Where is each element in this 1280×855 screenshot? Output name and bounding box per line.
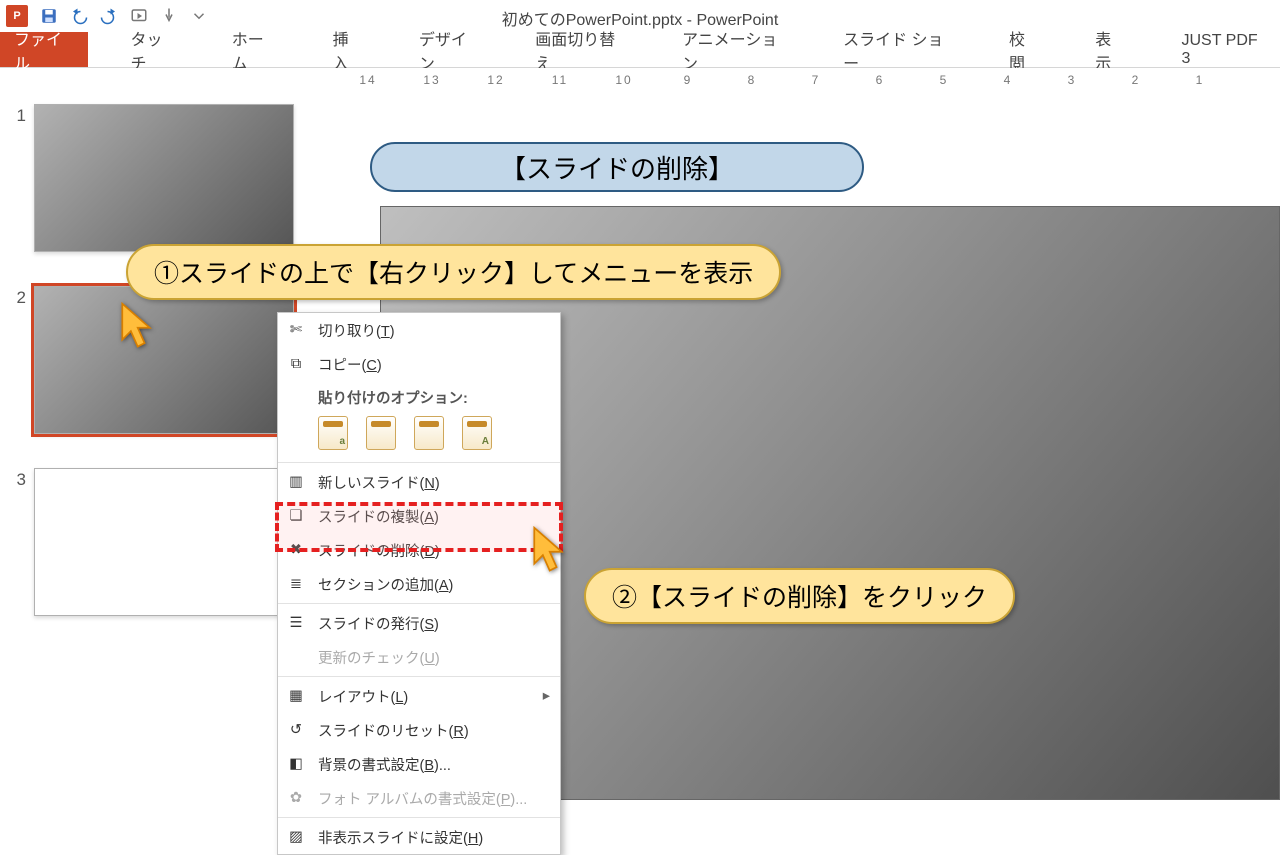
tab-justpdf[interactable]: JUST PDF 3 xyxy=(1167,32,1280,67)
redo-icon[interactable] xyxy=(100,7,118,25)
menu-cut[interactable]: ✄ 切り取り(T) xyxy=(278,313,560,347)
menu-check-updates: 更新のチェック(U) xyxy=(278,640,560,674)
qat-customize-icon[interactable] xyxy=(190,7,208,25)
thumbnail[interactable] xyxy=(34,286,294,434)
paste-option-keep-source-format-icon[interactable] xyxy=(366,416,396,450)
tab-design[interactable]: デザイン xyxy=(405,32,493,67)
paste-options-row: a A xyxy=(278,410,560,460)
horizontal-ruler: 141312 11109 876 543 21 xyxy=(330,68,1280,92)
title-bar: P xyxy=(0,0,1280,32)
menu-layout[interactable]: ▦ レイアウト(L) ▸ xyxy=(278,679,560,713)
thumbnail[interactable] xyxy=(34,468,294,616)
check-updates-icon xyxy=(286,647,306,667)
tab-home[interactable]: ホーム xyxy=(218,32,291,67)
tab-transitions[interactable]: 画面切り替え xyxy=(521,32,640,67)
ribbon-tabs: ファイル タッチ ホーム 挿入 デザイン 画面切り替え アニメーション スライド… xyxy=(0,32,1280,68)
quick-access-toolbar: P xyxy=(6,5,208,27)
tab-slideshow[interactable]: スライド ショー xyxy=(829,32,967,67)
paste-option-picture-icon[interactable] xyxy=(414,416,444,450)
duplicate-slide-icon: ❏ xyxy=(286,506,306,526)
layout-icon: ▦ xyxy=(286,686,306,706)
tab-insert[interactable]: 挿入 xyxy=(319,32,377,67)
thumbnail-number: 1 xyxy=(8,106,26,126)
copy-icon: ⧉ xyxy=(286,354,306,374)
menu-delete-slide[interactable]: ✖ スライドの削除(D) xyxy=(278,533,560,567)
undo-icon[interactable] xyxy=(70,7,88,25)
thumbnail-number: 3 xyxy=(8,470,26,490)
menu-hide-slide[interactable]: ▨ 非表示スライドに設定(H) xyxy=(278,820,560,854)
menu-new-slide[interactable]: ▥ 新しいスライド(N) xyxy=(278,465,560,499)
tab-review[interactable]: 校閲 xyxy=(995,32,1053,67)
save-icon[interactable] xyxy=(40,7,58,25)
cut-icon: ✄ xyxy=(286,320,306,340)
annotation-cursor-icon xyxy=(118,302,154,350)
reset-icon: ↺ xyxy=(286,720,306,740)
paste-option-text-only-icon[interactable]: A xyxy=(462,416,492,450)
submenu-arrow-icon: ▸ xyxy=(543,688,550,704)
thumbnail-number: 2 xyxy=(8,288,26,308)
menu-copy[interactable]: ⧉ コピー(C) xyxy=(278,347,560,381)
hide-slide-icon: ▨ xyxy=(286,827,306,847)
annotation-step-1: ①スライドの上で【右クリック】してメニューを表示 xyxy=(126,244,781,300)
menu-publish-slides[interactable]: ☰ スライドの発行(S) xyxy=(278,606,560,640)
new-slide-icon: ▥ xyxy=(286,472,306,492)
start-from-beginning-icon[interactable] xyxy=(130,7,148,25)
annotation-step-2: ②【スライドの削除】をクリック xyxy=(584,568,1015,624)
publish-icon: ☰ xyxy=(286,613,306,633)
tab-file[interactable]: ファイル xyxy=(0,32,88,67)
thumbnail[interactable] xyxy=(34,104,294,252)
context-menu: ✄ 切り取り(T) ⧉ コピー(C) 貼り付けのオプション: a A ▥ 新しい… xyxy=(277,312,561,855)
annotation-title: 【スライドの削除】 xyxy=(370,142,864,192)
photo-album-icon: ✿ xyxy=(286,788,306,808)
app-logo-icon: P xyxy=(6,5,28,27)
touch-mode-icon[interactable] xyxy=(160,7,178,25)
menu-add-section[interactable]: ≣ セクションの追加(A) xyxy=(278,567,560,601)
menu-paste-header: 貼り付けのオプション: xyxy=(278,381,560,410)
tab-view[interactable]: 表示 xyxy=(1081,32,1139,67)
menu-photo-album-format: ✿ フォト アルバムの書式設定(P)... xyxy=(278,781,560,815)
tab-touch[interactable]: タッチ xyxy=(116,32,189,67)
menu-duplicate-slide[interactable]: ❏ スライドの複製(A) xyxy=(278,499,560,533)
tab-animations[interactable]: アニメーション xyxy=(668,32,801,67)
paste-option-use-destination-theme-icon[interactable]: a xyxy=(318,416,348,450)
menu-format-background[interactable]: ◧ 背景の書式設定(B)... xyxy=(278,747,560,781)
add-section-icon: ≣ xyxy=(286,574,306,594)
annotation-cursor-icon xyxy=(530,526,566,574)
menu-reset-slide[interactable]: ↺ スライドのリセット(R) xyxy=(278,713,560,747)
background-icon: ◧ xyxy=(286,754,306,774)
delete-slide-icon: ✖ xyxy=(286,540,306,560)
